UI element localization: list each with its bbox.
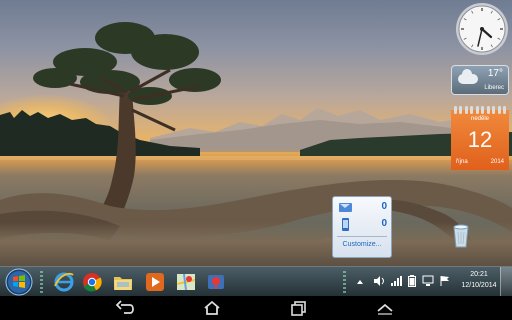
calendar-day: 12: [467, 127, 493, 152]
show-desktop-button[interactable]: [500, 267, 512, 296]
taskbar-grip[interactable]: [40, 271, 43, 293]
calendar-gadget[interactable]: neděle 12 října 2014: [451, 106, 509, 170]
action-center-flag-icon[interactable]: [440, 275, 450, 287]
mail-icon: [339, 203, 352, 212]
media-player-icon[interactable]: [143, 270, 167, 294]
messages-popup: 0 0 Customize...: [332, 196, 392, 258]
sms-count: 0: [381, 218, 387, 229]
calendar-year: 2014: [490, 159, 504, 165]
customize-link[interactable]: Customize...: [333, 241, 391, 248]
back-icon[interactable]: [112, 298, 142, 318]
folder-icon[interactable]: [111, 270, 135, 294]
chrome-icon[interactable]: [80, 270, 104, 294]
maps-icon[interactable]: [174, 270, 198, 294]
desktop: [0, 0, 512, 266]
home-icon[interactable]: [197, 298, 227, 318]
network-map-icon[interactable]: [204, 270, 228, 294]
hide-keyboard-icon[interactable]: [370, 298, 400, 318]
tray-grip[interactable]: [343, 271, 346, 293]
start-button[interactable]: [4, 268, 34, 296]
recent-apps-icon[interactable]: [284, 298, 314, 318]
android-nav-bar: [0, 296, 512, 320]
weather-gadget[interactable]: 17° Liberec: [451, 65, 509, 95]
recycle-bin-icon[interactable]: [451, 222, 471, 248]
taskbar-date[interactable]: 12/10/2014: [458, 282, 500, 289]
volume-icon[interactable]: [373, 275, 385, 287]
cloud-icon: [458, 69, 478, 84]
email-count: 0: [381, 201, 387, 212]
network-icon[interactable]: [422, 275, 434, 287]
shore: [0, 222, 512, 266]
internet-explorer-icon[interactable]: [52, 270, 76, 294]
email-row[interactable]: 0: [339, 201, 389, 215]
sms-row[interactable]: 0: [339, 218, 389, 232]
clock-gadget[interactable]: [455, 2, 509, 56]
show-hidden-icons-icon[interactable]: [356, 278, 364, 286]
battery-icon[interactable]: [408, 275, 416, 287]
weather-city: Liberec: [484, 85, 504, 91]
popup-divider: [337, 236, 387, 237]
calendar-rings: [454, 106, 506, 114]
phone-icon: [342, 218, 349, 231]
calendar-day-of-week: neděle: [470, 116, 490, 122]
taskbar-time[interactable]: 20:21: [464, 271, 494, 278]
weather-temperature: 17°: [487, 68, 503, 79]
taskbar: 20:21 12/10/2014: [0, 266, 512, 296]
signal-icon[interactable]: [390, 275, 402, 287]
calendar-month: října: [456, 159, 468, 165]
